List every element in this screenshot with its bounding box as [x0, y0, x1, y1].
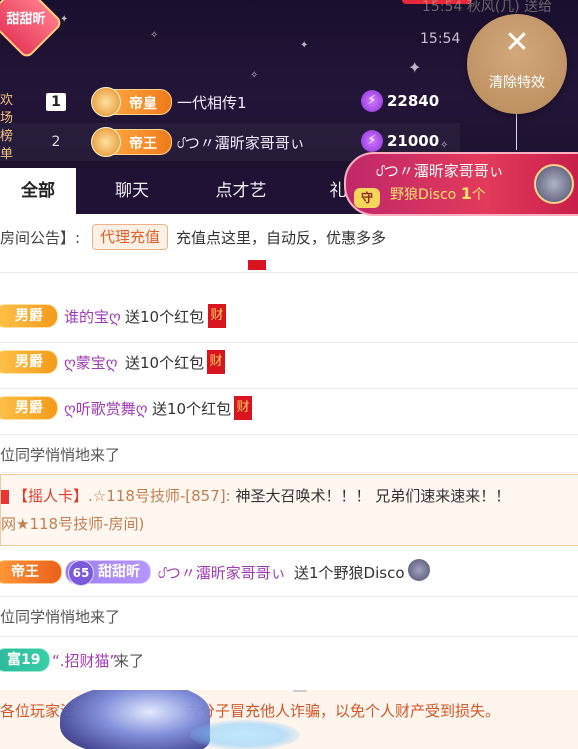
avatar[interactable]	[534, 164, 574, 204]
chat-username[interactable]: ᦔつ〃澑昕家哥哥ぃ	[158, 562, 286, 583]
tab-all[interactable]: 全部	[0, 168, 76, 214]
chat-username[interactable]: 谁的宝ღ	[64, 306, 121, 327]
lightning-icon: ⚡	[361, 130, 383, 152]
gift-message: 送10个红包	[125, 354, 205, 372]
list-item: 位同学悄悄地来了	[0, 434, 578, 473]
list-item: 男爵 ღ蒙宝ღ 送10个红包 财	[0, 342, 578, 389]
gift-message: 送1个野狼Disco	[294, 564, 405, 582]
gift-icon	[408, 559, 430, 581]
crown-icon	[91, 127, 121, 157]
chat-username[interactable]: ღ听歌赏舞ღ	[64, 398, 148, 419]
gift-message: 送10个红包	[125, 308, 205, 326]
fan-level-badge: 65 甜甜昕	[65, 560, 151, 586]
live-room-header: ✦ ✦ ✧ ✦ ✧ ✧ 甜甜昕 欢场榜单 15:54 秋风(几) 送给 15:5…	[0, 0, 578, 168]
fortune-tag	[248, 260, 266, 270]
room-link[interactable]: 网★118号技师-房间)	[1, 513, 144, 534]
clear-effects-button[interactable]: ✕ 清除特效	[467, 14, 567, 114]
announcement-prefix: 房间公告】:	[0, 229, 81, 247]
vehicle-entrance-effect	[60, 690, 210, 749]
chat-username[interactable]: “.招财猫”	[52, 650, 117, 671]
enter-message: 来了	[114, 652, 145, 670]
list-item: 帝王 65 甜甜昕 ᦔつ〃澑昕家哥哥ぃ 送1个野狼Disco	[0, 546, 578, 597]
list-item	[0, 260, 578, 273]
list-item: 男爵 谁的宝ღ 送10个红包 财	[0, 296, 578, 343]
chat-username[interactable]: ღ蒙宝ღ	[64, 352, 118, 373]
pull-string	[516, 110, 517, 150]
recharge-agent-button[interactable]: 代理充值	[92, 224, 169, 250]
system-message: 位同学悄悄地来了	[0, 446, 121, 464]
close-icon: ✕	[504, 25, 530, 60]
sparkle-icon: ✦	[408, 58, 422, 77]
rank-score: 22840	[387, 92, 440, 110]
tab-talent[interactable]: 点才艺	[196, 168, 286, 214]
level-badge: 帝皇	[91, 87, 172, 117]
chat-feed[interactable]: 男爵 谁的宝ღ 送10个红包 财 男爵 ღ蒙宝ღ 送10个红包 财 男爵 ღ听歌…	[0, 260, 578, 690]
rank-number: 1	[46, 93, 66, 111]
chevron-up-icon[interactable]: ^	[293, 690, 307, 692]
crown-icon	[91, 87, 121, 117]
light-trail	[190, 720, 300, 749]
list-item: 富19 “.招财猫” 来了	[0, 638, 578, 682]
system-message: 位同学悄悄地来了	[0, 608, 121, 626]
sparkle-icon: ✧	[150, 30, 159, 41]
summon-card-line: 【摇人卡】.☆118号技师-[857]: 神圣大召唤术！！！ 兄弟们速来速来！！	[1, 485, 510, 506]
summon-card-message[interactable]: 【摇人卡】.☆118号技师-[857]: 神圣大召唤术！！！ 兄弟们速来速来！！…	[0, 474, 578, 546]
noble-badge: 帝王	[0, 560, 62, 584]
leaderboard-row[interactable]: 1 帝皇 一代相传1 ⚡ 22840	[0, 83, 460, 121]
sparkle-icon: ✧	[250, 70, 259, 81]
fortune-tag: 财	[234, 396, 252, 420]
noble-badge: 男爵	[0, 350, 58, 374]
announcement-text: 充值点这里，自动反，优惠多多	[176, 229, 387, 247]
list-item: 男爵 ღ听歌赏舞ღ 送10个红包 财	[0, 388, 578, 435]
anchor-badge-label: 甜甜昕	[6, 12, 46, 27]
rank-score: 21000	[387, 132, 440, 150]
lightning-icon: ⚡	[361, 90, 383, 112]
noble-badge: 男爵	[0, 396, 58, 420]
noble-badge: 男爵	[0, 304, 58, 328]
card-icon	[1, 489, 9, 504]
rank-number: 2	[51, 134, 61, 150]
gift-message: 送10个红包	[152, 400, 232, 418]
gift-banner[interactable]: ᦔつ〃澑昕家哥哥ぃ 野狼Disco 1个 守	[344, 152, 578, 216]
gift-sender: ᦔつ〃澑昕家哥哥ぃ	[376, 162, 504, 180]
sparkle-icon: ✦	[60, 14, 69, 25]
level-badge: 帝王	[91, 127, 172, 157]
fortune-tag: 财	[207, 350, 225, 374]
tab-chat[interactable]: 聊天	[92, 168, 172, 214]
wealth-badge: 富19	[0, 648, 50, 672]
fortune-tag: 财	[208, 304, 226, 328]
list-item: 位同学悄悄地来了	[0, 596, 578, 637]
sparkle-icon: ✦	[300, 40, 309, 51]
guard-shield-icon: 守	[354, 188, 380, 208]
gift-name: 野狼Disco 1个	[390, 184, 486, 203]
previous-gift-line: 15:54 秋风(几) 送给	[422, 0, 553, 15]
room-announcement: 房间公告】: 代理充值 充值点这里，自动反，优惠多多	[0, 214, 578, 261]
rank-username[interactable]: ᦔつ〃澑昕家哥哥ぃ	[177, 132, 305, 153]
rank-username[interactable]: 一代相传1	[177, 92, 247, 113]
safety-notice: 各位玩家注去分子冒充他人诈骗，以免个人财产受到损失。 ^	[0, 690, 578, 749]
